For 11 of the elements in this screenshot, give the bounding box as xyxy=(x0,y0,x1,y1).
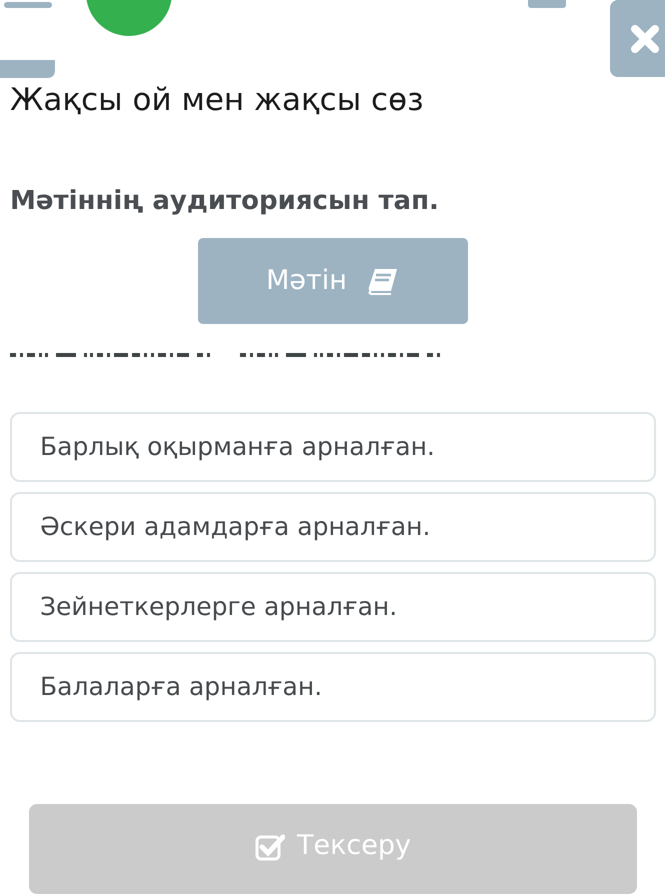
close-button[interactable] xyxy=(610,0,665,77)
answer-option[interactable]: Барлық оқырманға арналған. xyxy=(10,412,656,482)
answer-option[interactable]: Балаларға арналған. xyxy=(10,652,656,722)
menu-button[interactable] xyxy=(0,0,55,78)
answer-option[interactable]: Зейнеткерлерге арналған. xyxy=(10,572,656,642)
close-icon xyxy=(630,24,660,54)
question-text: Мәтіннің аудиториясын тап. xyxy=(10,185,440,218)
checkbox-icon xyxy=(255,832,285,860)
book-icon xyxy=(366,267,399,295)
answer-option[interactable]: Әскери адамдарға арналған. xyxy=(10,492,656,562)
page-title: Жақсы ой мен жақсы сөз xyxy=(10,81,425,120)
